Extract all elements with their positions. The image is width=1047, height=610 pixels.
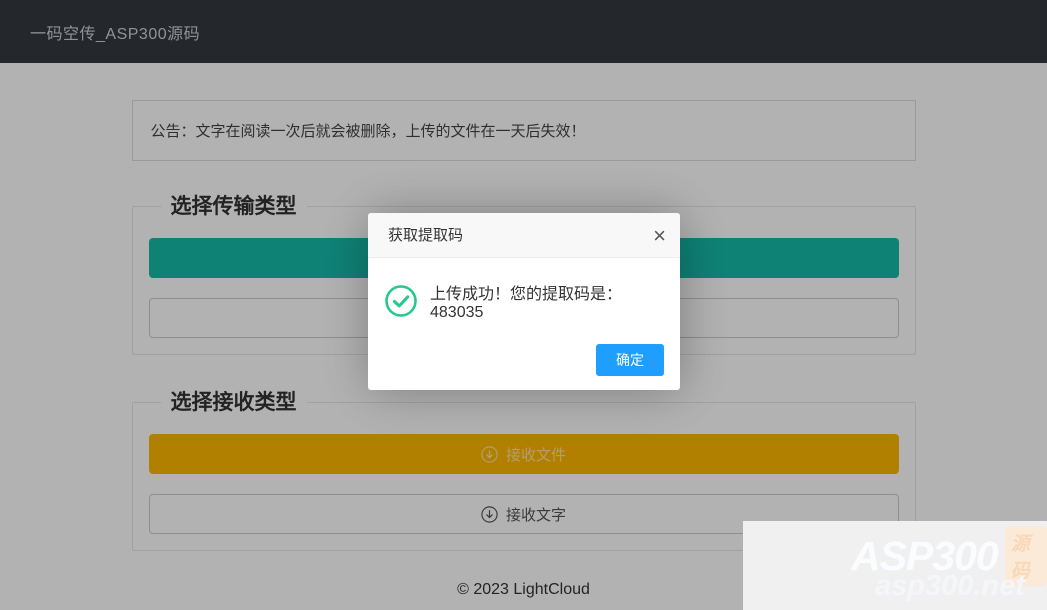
dialog-title: 获取提取码 bbox=[388, 227, 463, 244]
watermark-domain: asp300.net bbox=[875, 570, 1025, 603]
success-check-icon bbox=[384, 284, 418, 318]
dialog-footer: 确定 bbox=[368, 344, 680, 390]
watermark: ASP300 源码 asp300.net bbox=[743, 521, 1047, 610]
confirm-button[interactable]: 确定 bbox=[596, 344, 664, 376]
dialog-header: 获取提取码 × bbox=[368, 213, 680, 258]
upload-success-message: 上传成功！您的提取码是：483035 bbox=[430, 280, 664, 322]
extraction-code-dialog: 获取提取码 × 上传成功！您的提取码是：483035 确定 bbox=[368, 213, 680, 390]
dialog-body: 上传成功！您的提取码是：483035 bbox=[368, 258, 680, 344]
close-icon[interactable]: × bbox=[653, 213, 666, 258]
